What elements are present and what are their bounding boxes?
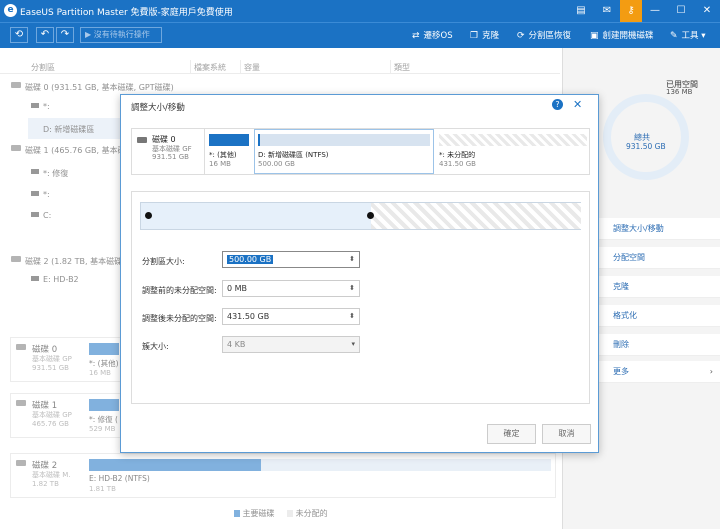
partition-size: 16 MB <box>209 160 231 168</box>
action-label: 刪除 <box>613 340 629 349</box>
resize-slider-panel: 分割區大小: 500.00 GB ⬍ 調整前的未分配空間: 0 MB ⬍ 調整後未分… <box>131 191 590 404</box>
cluster-size-label: 簇大小: <box>142 342 169 351</box>
cancel-button[interactable]: 取消 <box>542 424 591 444</box>
slider-partition-fill[interactable] <box>141 203 371 229</box>
partition-label: *: 未分配的 <box>439 151 476 159</box>
help-icon[interactable]: ? <box>552 99 563 110</box>
window-title: EaseUS Partition Master 免費版-家庭用戶免費使用 <box>20 8 233 18</box>
chevron-down-icon: ▾ <box>351 340 355 348</box>
unallocated-before-label: 調整前的未分配空間: <box>142 286 217 295</box>
unallocated-after-label: 調整後未分配的空間: <box>142 314 217 323</box>
partition-recovery-button[interactable]: ⟳ 分割區恢復 <box>517 29 571 41</box>
maximize-icon[interactable]: ☐ <box>670 0 692 22</box>
action-label: 更多 <box>613 367 629 376</box>
action-resize-move[interactable]: 調整大小/移動 <box>593 218 720 240</box>
apply-pending-button[interactable]: ▶ 沒有待執行操作 <box>80 27 162 43</box>
action-label: 分配空間 <box>613 253 645 262</box>
action-clone[interactable]: 克隆 <box>593 276 720 298</box>
mail-icon[interactable]: ✉ <box>596 0 618 22</box>
partition-size-label: 分割區大小: <box>142 257 185 266</box>
dialog-title: 調整大小/移動 <box>131 103 185 113</box>
recovery-icon: ⟳ <box>517 31 525 41</box>
pending-label: 沒有待執行操作 <box>93 30 150 39</box>
tools-button[interactable]: ✎ 工具 ▾ <box>670 29 706 41</box>
partition-bar-ntfs[interactable] <box>258 134 430 146</box>
disk-size: 931.51 GB <box>152 153 189 161</box>
clone-button[interactable]: ❐ 克隆 <box>470 29 499 41</box>
slider-unallocated <box>371 203 581 229</box>
used-space-value: 136 MB <box>666 88 693 96</box>
resize-move-dialog: 調整大小/移動 ? ✕ 磁碟 0 基本磁碟 GF 931.51 GB *: (其… <box>120 94 599 453</box>
spinner-icon[interactable]: ⬍ <box>349 281 355 296</box>
partition-size-value: 500.00 GB <box>227 255 274 264</box>
app-logo-icon: e <box>4 4 17 17</box>
disk-icon <box>137 137 147 143</box>
boot-disk-icon: ▣ <box>590 31 599 41</box>
chevron-right-icon: › <box>709 367 713 376</box>
toolbar: ⟲ ↶ ↷ ▶ 沒有待執行操作 ⇄ 遷移OS ❐ 克隆 ⟳ 分割區恢復 ▣ 創建開機磁碟… <box>0 22 720 48</box>
create-boot-disk-button[interactable]: ▣ 創建開機磁碟 <box>590 29 654 41</box>
unallocated-after-value: 431.50 GB <box>227 312 270 321</box>
partition-label: D: 新增磁碟區 (NTFS) <box>258 151 329 159</box>
partition-bar-other[interactable] <box>209 134 249 146</box>
activate-key-icon[interactable]: ⚷ <box>620 0 642 22</box>
action-more[interactable]: 更多 › <box>593 361 720 383</box>
action-label: 調整大小/移動 <box>613 224 664 233</box>
create-boot-disk-label: 創建開機磁碟 <box>602 31 654 41</box>
total-value: 931.50 GB <box>626 142 666 151</box>
action-label: 克隆 <box>613 282 629 291</box>
unallocated-before-input[interactable]: 0 MB ⬍ <box>222 280 360 297</box>
right-handle[interactable] <box>367 212 374 219</box>
dialog-disk-map: 磁碟 0 基本磁碟 GF 931.51 GB *: (其他) 16 MB D: … <box>131 128 590 175</box>
ok-button[interactable]: 確定 <box>487 424 536 444</box>
slider-track <box>140 202 581 230</box>
refresh-icon[interactable]: ⟲ <box>10 27 28 43</box>
cluster-size-value: 4 KB <box>227 340 246 349</box>
migrate-icon: ⇄ <box>412 31 420 41</box>
migrate-os-button[interactable]: ⇄ 遷移OS <box>412 29 453 41</box>
unallocated-before-value: 0 MB <box>227 284 248 293</box>
tools-icon: ✎ <box>670 31 678 41</box>
menu-icon[interactable]: ▤ <box>570 0 592 22</box>
clone-icon: ❐ <box>470 31 479 41</box>
action-format[interactable]: 格式化 <box>593 305 720 327</box>
migrate-os-label: 遷移OS <box>423 31 453 41</box>
tools-label: 工具 <box>681 31 699 41</box>
partition-size: 431.50 GB <box>439 160 476 168</box>
partition-size-input[interactable]: 500.00 GB ⬍ <box>222 251 360 268</box>
close-icon[interactable]: ✕ <box>696 0 718 22</box>
dialog-close-icon[interactable]: ✕ <box>573 98 582 111</box>
unallocated-after-input[interactable]: 431.50 GB ⬍ <box>222 308 360 325</box>
app-window: e EaseUS Partition Master 免費版-家庭用戶免費使用 ▤… <box>0 0 720 529</box>
partition-label: *: (其他) <box>209 151 237 159</box>
clone-label: 克隆 <box>482 31 500 41</box>
unallocated-bar[interactable] <box>439 134 587 146</box>
cluster-size-select[interactable]: 4 KB ▾ <box>222 336 360 353</box>
partition-size: 500.00 GB <box>258 160 295 168</box>
action-label: 格式化 <box>613 311 637 320</box>
action-delete[interactable]: 刪除 <box>593 334 720 356</box>
partition-recovery-label: 分割區恢復 <box>528 31 572 41</box>
redo-icon[interactable]: ↷ <box>56 27 74 43</box>
spinner-icon[interactable]: ⬍ <box>349 309 355 324</box>
undo-icon[interactable]: ↶ <box>36 27 54 43</box>
title-bar: e EaseUS Partition Master 免費版-家庭用戶免費使用 ▤… <box>0 0 720 22</box>
action-allocate-space[interactable]: 分配空間 <box>593 247 720 269</box>
spinner-icon[interactable]: ⬍ <box>349 252 355 267</box>
left-handle[interactable] <box>145 212 152 219</box>
minimize-icon[interactable]: — <box>644 0 666 22</box>
